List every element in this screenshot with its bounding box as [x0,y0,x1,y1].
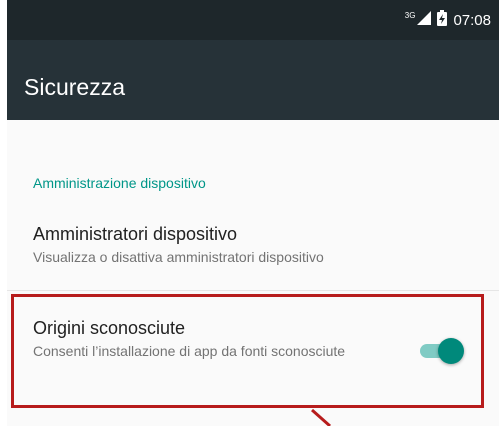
status-icons: 3G 07:08 [405,10,491,30]
app-bar: Sicurezza [7,40,499,120]
highlight-box [11,294,484,408]
device-admins-title: Amministratori dispositivo [33,224,238,244]
signal-icon [417,11,432,29]
device-admins-summary: Visualizza o disattiva amministratori di… [33,249,324,265]
device-admins-item[interactable]: Amministratori dispositivo Visualizza o … [33,223,324,267]
divider [7,290,499,291]
category-header: Amministrazione dispositivo [33,175,206,191]
network-type-label: 3G [404,10,416,20]
status-bar: 3G 07:08 [7,0,499,40]
clock: 07:08 [453,11,491,29]
page-title: Sicurezza [24,74,125,100]
pointer-arrow-icon [311,408,331,426]
battery-icon [437,10,448,30]
